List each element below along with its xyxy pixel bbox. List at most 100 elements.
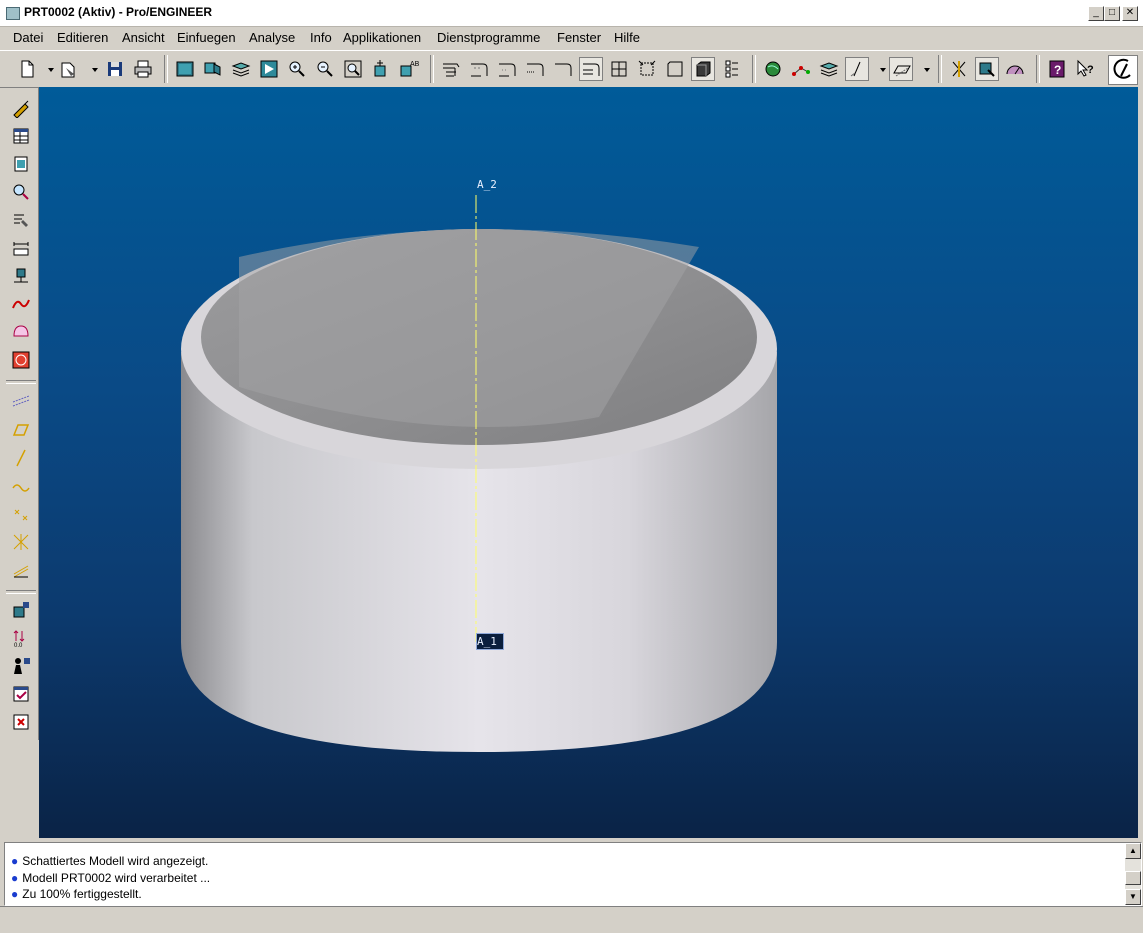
menu-editieren-label: Editieren (57, 30, 109, 45)
open-dropdown-icon[interactable] (84, 58, 98, 80)
message-line: ● Schattiertes Modell wird angezeigt. (11, 854, 208, 868)
datum-plane-tool-icon[interactable] (889, 57, 913, 81)
save-icon[interactable] (104, 58, 126, 80)
table-icon[interactable] (11, 126, 31, 146)
datum-dropdown-icon[interactable] (872, 58, 886, 80)
axis-label-bottom[interactable]: A_1 (476, 633, 504, 650)
message-line: ● Zu 100% fertiggestellt. (11, 887, 142, 901)
scroll-up-icon[interactable]: ▲ (1125, 843, 1141, 859)
parameter-icon[interactable]: 0.0 (11, 628, 31, 649)
repaint-icon[interactable] (174, 58, 196, 80)
menu-ansicht-label: Ansicht (122, 30, 165, 45)
layers-icon[interactable] (230, 58, 252, 80)
cancel-icon[interactable] (11, 712, 31, 732)
refit-icon[interactable] (342, 58, 364, 80)
menu-info[interactable]: Info (310, 30, 332, 45)
zoom-in-icon[interactable] (286, 58, 308, 80)
curve-icon[interactable] (11, 294, 31, 314)
datum-layers-icon[interactable] (818, 58, 840, 80)
plane-dropdown-icon[interactable] (916, 58, 930, 80)
menu-ansicht[interactable]: Ansicht (122, 30, 165, 45)
shading-icon[interactable] (636, 58, 658, 80)
close-button[interactable]: ✕ (1122, 6, 1138, 21)
toolbar-separator (164, 55, 168, 83)
pro-logo-icon (1108, 55, 1138, 85)
svg-text:?: ? (1087, 64, 1094, 76)
point-icon[interactable] (11, 504, 31, 524)
zoom-out-icon[interactable] (314, 58, 336, 80)
graphics-viewport[interactable]: A_2 A_1 (39, 87, 1138, 838)
accept-icon[interactable] (11, 684, 31, 704)
csys-icon[interactable] (11, 532, 31, 552)
surface-icon[interactable] (11, 322, 31, 342)
print-icon[interactable] (132, 58, 154, 80)
menu-hilfe-label: Hilfe (614, 30, 641, 45)
offset-icon[interactable] (11, 560, 31, 580)
shaded-icon[interactable] (579, 57, 603, 81)
message-scrollbar[interactable]: ▲ ▼ (1125, 843, 1141, 905)
shaded-edges-icon[interactable] (608, 58, 630, 80)
datum-display-icon[interactable] (845, 57, 869, 81)
context-help-icon[interactable]: ? (1046, 58, 1068, 80)
datum-planes-icon[interactable] (762, 58, 784, 80)
axis-icon[interactable] (11, 448, 31, 468)
dimension-icon[interactable] (11, 238, 31, 258)
new-file-icon[interactable] (16, 58, 38, 80)
menu-hilfe[interactable]: Hilfe (614, 30, 640, 45)
message-line: ● Modell PRT0002 wird verarbeitet ... (11, 871, 210, 885)
minimize-button[interactable]: _ (1088, 6, 1104, 21)
datum-axes-icon[interactable] (790, 58, 812, 80)
scroll-down-icon[interactable]: ▼ (1125, 889, 1141, 905)
spin-center-icon[interactable] (370, 58, 392, 80)
named-views-icon[interactable]: AB (398, 58, 420, 80)
menu-dienstprogramme[interactable]: Dienstprogramme (437, 30, 540, 45)
menu-fenster[interactable]: Fenster (557, 30, 601, 45)
menu-einfuegen[interactable]: Einfuegen (177, 30, 236, 45)
hole-tool-icon[interactable] (975, 57, 999, 81)
bullet-icon: ● (11, 887, 19, 901)
spline-icon[interactable] (11, 476, 31, 496)
left-toolbar-separator (6, 380, 36, 384)
feature-icon[interactable] (11, 600, 31, 620)
main-toolbar: AB ? ? (0, 50, 1143, 88)
datum-curve-icon[interactable] (11, 390, 31, 410)
scroll-thumb[interactable] (1125, 871, 1141, 885)
menu-analyse-label: Analyse (249, 30, 296, 45)
viewport-edge (1138, 87, 1143, 838)
toolbar-separator (752, 55, 756, 83)
saved-views-icon[interactable] (258, 58, 280, 80)
analysis-icon[interactable] (11, 350, 31, 370)
wireframe-icon[interactable] (440, 58, 462, 80)
model-analysis-icon[interactable] (948, 58, 970, 80)
edit-icon[interactable] (11, 210, 31, 230)
tangent-edge-icon[interactable] (524, 58, 546, 80)
hidden-line-icon[interactable] (468, 58, 490, 80)
no-hidden-icon[interactable] (496, 58, 518, 80)
window-titlebar: PRT0002 (Aktiv) - Pro/ENGINEER _ □ ✕ (0, 0, 1143, 27)
edge-display-icon[interactable] (552, 58, 574, 80)
maximize-button[interactable]: □ (1104, 6, 1120, 21)
model-tree-icon[interactable] (664, 58, 686, 80)
measure-icon[interactable] (1004, 58, 1026, 80)
shaded-solid-icon[interactable] (691, 57, 715, 81)
attach-icon[interactable] (11, 266, 31, 286)
part-icon[interactable] (11, 154, 31, 174)
left-toolbar-separator (6, 590, 36, 594)
inspect-icon[interactable] (11, 182, 31, 202)
orient-icon[interactable] (202, 58, 224, 80)
new-dropdown-icon[interactable] (40, 58, 54, 80)
whats-this-icon[interactable]: ? (1074, 58, 1096, 80)
menu-analyse[interactable]: Analyse (249, 30, 295, 45)
app-icon (6, 7, 20, 20)
menu-editieren[interactable]: Editieren (57, 30, 108, 45)
sketch-icon[interactable] (11, 98, 31, 119)
open-file-icon[interactable] (58, 58, 80, 80)
window-title: PRT0002 (Aktiv) - Pro/ENGINEER (24, 5, 213, 19)
family-icon[interactable] (11, 656, 31, 676)
plane-icon[interactable] (11, 420, 31, 440)
tree-list-icon[interactable] (720, 58, 742, 80)
menu-datei[interactable]: Datei (13, 30, 43, 45)
menu-applikationen[interactable]: Applikationen (343, 30, 421, 45)
model-canvas (181, 195, 777, 752)
axis-label-top[interactable]: A_2 (477, 178, 497, 191)
